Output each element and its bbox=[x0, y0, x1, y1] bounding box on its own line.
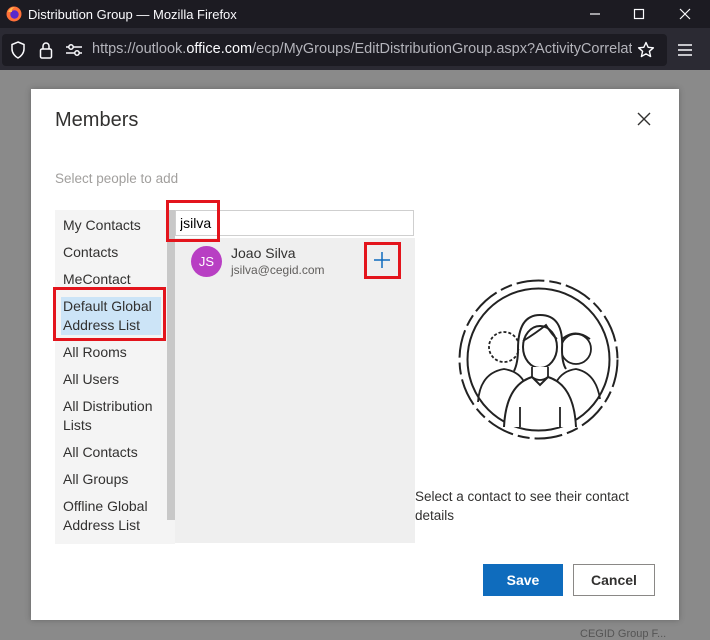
dialog-title: Members bbox=[55, 109, 139, 131]
search-results-panel bbox=[175, 238, 415, 543]
select-people-hint: Select people to add bbox=[55, 171, 179, 186]
source-offline-global-address-list[interactable]: Offline Global Address List bbox=[63, 497, 161, 535]
bookmark-star-icon[interactable] bbox=[635, 39, 657, 61]
url-prefix: https://outlook. bbox=[92, 41, 187, 57]
lock-icon[interactable] bbox=[36, 40, 56, 60]
source-my-contacts[interactable]: My Contacts bbox=[63, 216, 161, 235]
save-button[interactable]: Save bbox=[483, 564, 563, 596]
close-window-icon bbox=[679, 8, 691, 20]
background-footer-text: CEGID Group F... bbox=[580, 628, 667, 640]
close-dialog-button[interactable] bbox=[636, 111, 656, 131]
source-mecontact[interactable]: MeContact bbox=[63, 270, 161, 289]
members-dialog: Members Select people to add My Contacts… bbox=[31, 89, 679, 620]
permissions-icon[interactable] bbox=[64, 40, 84, 60]
source-contacts[interactable]: Contacts bbox=[63, 243, 161, 262]
contact-detail-placeholder: Select a contact to see their contact de… bbox=[415, 489, 629, 523]
firefox-logo-icon bbox=[6, 6, 22, 22]
url-path: /ecp/MyGroups/EditDistributionGroup.aspx… bbox=[252, 41, 632, 57]
source-default-global-address-list[interactable]: Default Global Address List bbox=[61, 297, 161, 335]
url-text[interactable]: https://outlook.office.com/ecp/MyGroups/… bbox=[92, 41, 632, 59]
plus-icon bbox=[374, 252, 390, 268]
result-email: jsilva@cegid.com bbox=[231, 263, 325, 277]
window-title: Distribution Group — Mozilla Firefox bbox=[28, 7, 237, 22]
url-domain: office.com bbox=[186, 41, 253, 57]
cancel-button[interactable]: Cancel bbox=[573, 564, 655, 596]
shield-icon[interactable] bbox=[8, 40, 28, 60]
source-all-distribution-lists[interactable]: All Distribution Lists bbox=[63, 397, 161, 435]
close-window-button[interactable] bbox=[662, 0, 708, 28]
menu-hamburger-icon[interactable] bbox=[674, 39, 696, 61]
people-illustration-icon bbox=[458, 279, 619, 440]
avatar: JS bbox=[191, 246, 222, 277]
source-all-users[interactable]: All Users bbox=[63, 370, 161, 389]
source-all-contacts[interactable]: All Contacts bbox=[63, 443, 161, 462]
maximize-icon bbox=[633, 8, 645, 20]
close-icon bbox=[637, 112, 651, 126]
minimize-icon bbox=[590, 13, 600, 15]
source-all-rooms[interactable]: All Rooms bbox=[63, 343, 161, 362]
minimize-button[interactable] bbox=[572, 0, 618, 28]
result-name[interactable]: Joao Silva bbox=[231, 245, 296, 261]
address-book-list: My Contacts Contacts MeContact Default G… bbox=[55, 210, 175, 544]
sources-scrollbar[interactable] bbox=[167, 210, 175, 520]
maximize-button[interactable] bbox=[616, 0, 662, 28]
add-member-button[interactable] bbox=[370, 248, 394, 272]
source-all-groups[interactable]: All Groups bbox=[63, 470, 161, 489]
people-search-input[interactable] bbox=[175, 210, 414, 236]
window-titlebar: Distribution Group — Mozilla Firefox bbox=[0, 0, 710, 28]
